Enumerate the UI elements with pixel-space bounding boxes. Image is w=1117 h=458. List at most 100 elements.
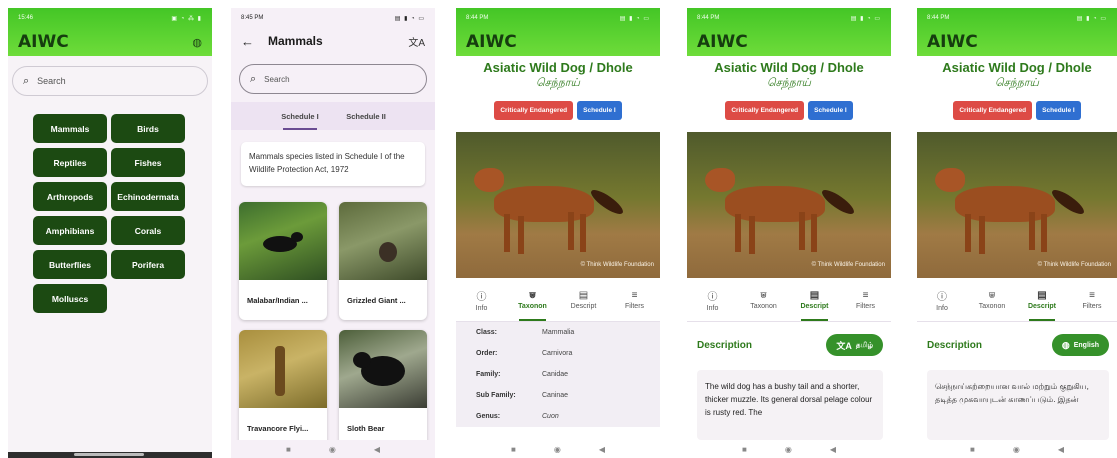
schedule-tabs: Schedule I Schedule II bbox=[231, 102, 435, 130]
category-button[interactable]: Molluscs bbox=[33, 284, 107, 313]
tab-taxonomy[interactable]: ⩐ Taxonon bbox=[507, 278, 558, 321]
tab-info[interactable]: ⓘ Info bbox=[456, 278, 507, 321]
tab-label: Descript bbox=[570, 302, 597, 310]
filter-icon: ≡ bbox=[631, 289, 638, 301]
home-icon[interactable]: ◉ bbox=[1013, 445, 1020, 454]
app-title: AIWC bbox=[697, 32, 748, 52]
species-photo: © Think Wildlife Foundation bbox=[456, 132, 660, 278]
language-label: தமிழ் bbox=[855, 341, 873, 349]
species-photo bbox=[239, 202, 327, 280]
species-card[interactable]: Travancore Flyi... bbox=[239, 330, 327, 448]
category-button[interactable]: Birds bbox=[111, 114, 185, 143]
species-title: Asiatic Wild Dog / Dhole bbox=[714, 60, 864, 75]
tab-label: Info bbox=[475, 304, 488, 312]
translate-icon[interactable]: 文A bbox=[408, 34, 425, 49]
species-photo bbox=[339, 202, 427, 280]
tab-filters[interactable]: ≡ Filters bbox=[1067, 278, 1117, 321]
back-icon[interactable]: ◀ bbox=[599, 445, 605, 454]
top-app-bar: ← Mammals 文A bbox=[231, 28, 435, 54]
category-button[interactable]: Butterflies bbox=[33, 250, 107, 279]
category-grid: Mammals Birds Reptiles Fishes Arthropods… bbox=[33, 114, 212, 313]
tab-description[interactable]: ▤ Descript bbox=[558, 278, 609, 321]
language-toggle-button[interactable]: ◍ English bbox=[1051, 334, 1109, 356]
species-card[interactable]: Grizzled Giant ... bbox=[339, 202, 427, 320]
status-icons: ▣ ◔ ⁂ ▮ bbox=[171, 15, 202, 22]
category-button[interactable]: Corals bbox=[111, 216, 185, 245]
tab-filters[interactable]: ≡ Filters bbox=[840, 278, 891, 321]
species-tamil-name: செந்நாய் bbox=[767, 77, 811, 89]
tab-filters[interactable]: ≡ Filters bbox=[609, 278, 660, 321]
species-card[interactable]: Malabar/Indian ... bbox=[239, 202, 327, 320]
category-button[interactable]: Echinodermata bbox=[111, 182, 185, 211]
category-button[interactable]: Fishes bbox=[111, 148, 185, 177]
recents-icon[interactable]: ■ bbox=[511, 445, 516, 454]
search-input[interactable]: ⌕ Search bbox=[239, 64, 427, 94]
search-input[interactable]: ⌕ Search bbox=[12, 66, 208, 96]
species-name: Malabar/Indian ... bbox=[247, 295, 308, 305]
app-title: AIWC bbox=[466, 32, 517, 52]
language-toggle-button[interactable]: 文A தமிழ் bbox=[826, 334, 883, 356]
category-button[interactable]: Reptiles bbox=[33, 148, 107, 177]
tab-label: Info bbox=[936, 304, 948, 312]
species-photo: © Think Wildlife Foundation bbox=[687, 132, 891, 278]
description-heading: Description bbox=[697, 339, 753, 351]
recents-icon[interactable]: ■ bbox=[286, 445, 291, 454]
description-heading: Description bbox=[927, 339, 983, 351]
status-badge: Critically Endangered bbox=[953, 101, 1033, 120]
translate-icon: 文A bbox=[836, 340, 852, 351]
home-icon[interactable]: ◉ bbox=[554, 445, 561, 454]
status-time: 8:44 PM bbox=[697, 15, 720, 21]
tab-label: Filters bbox=[624, 302, 645, 310]
category-button[interactable]: Mammals bbox=[33, 114, 107, 143]
taxonomy-key: Order: bbox=[476, 350, 498, 357]
system-nav-bar: ■ ◉ ◀ bbox=[917, 440, 1117, 458]
species-photo bbox=[239, 330, 327, 408]
tab-info[interactable]: ⓘ Info bbox=[917, 278, 967, 321]
tab-schedule-1[interactable]: Schedule I bbox=[267, 102, 333, 130]
tab-taxonomy[interactable]: ⩐ Taxonon bbox=[738, 278, 789, 321]
tab-schedule-2[interactable]: Schedule II bbox=[333, 102, 399, 130]
status-badge: Critically Endangered bbox=[494, 101, 574, 120]
taxonomy-key: Sub Family: bbox=[476, 392, 516, 399]
schedule-badge: Schedule I bbox=[808, 101, 853, 120]
recents-icon[interactable]: ■ bbox=[742, 445, 747, 454]
category-button[interactable]: Arthropods bbox=[33, 182, 107, 211]
filter-icon: ≡ bbox=[862, 289, 869, 301]
search-icon: ⌕ bbox=[23, 74, 30, 87]
system-nav-bar: ■ ◉ ◀ bbox=[231, 440, 435, 458]
category-button[interactable]: Amphibians bbox=[33, 216, 107, 245]
species-grid: Malabar/Indian ... Grizzled Giant ... Tr… bbox=[239, 202, 427, 448]
status-bar: 8:44 PM ▤ ▮ ◔ ▭ bbox=[687, 8, 891, 28]
status-time: 8:44 PM bbox=[927, 15, 950, 21]
species-card[interactable]: Sloth Bear bbox=[339, 330, 427, 448]
recents-icon[interactable]: ■ bbox=[970, 445, 975, 454]
status-time: 15:46 bbox=[18, 15, 34, 21]
app-header: 8:44 PM ▤ ▮ ◔ ▭ AIWC bbox=[687, 8, 891, 56]
species-tamil-name: செந்நாய் bbox=[995, 77, 1039, 89]
app-header: 8:44 PM ▤ ▮ ◔ ▭ AIWC bbox=[917, 8, 1117, 56]
tab-description[interactable]: ▤ Descript bbox=[789, 278, 840, 321]
info-icon: ⓘ bbox=[937, 291, 947, 303]
info-icon: ⓘ bbox=[476, 291, 487, 303]
status-icons: ▤ ▮ ◔ ▭ bbox=[619, 15, 650, 22]
tab-info[interactable]: ⓘ Info bbox=[687, 278, 738, 321]
search-placeholder: Search bbox=[37, 76, 66, 86]
tab-description[interactable]: ▤ Descript bbox=[1017, 278, 1067, 321]
back-arrow-icon[interactable]: ← bbox=[241, 34, 254, 49]
taxonomy-row: Class: Mammalia bbox=[456, 322, 660, 343]
home-icon[interactable]: ◉ bbox=[785, 445, 792, 454]
app-title: AIWC bbox=[927, 32, 978, 52]
species-description-tamil-screen: 8:44 PM ▤ ▮ ◔ ▭ AIWC Asiatic Wild Dog / … bbox=[917, 8, 1117, 458]
back-icon[interactable]: ◀ bbox=[374, 445, 380, 454]
globe-icon[interactable]: ◍ bbox=[192, 36, 202, 49]
back-icon[interactable]: ◀ bbox=[830, 445, 836, 454]
tab-taxonomy[interactable]: ⩐ Taxonon bbox=[967, 278, 1017, 321]
back-icon[interactable]: ◀ bbox=[1058, 445, 1064, 454]
detail-tabs: ⓘ Info ⩐ Taxonon ▤ Descript ≡ Filters bbox=[917, 278, 1117, 322]
status-bar: 15:46 ▣ ◔ ⁂ ▮ bbox=[8, 8, 212, 28]
category-button[interactable]: Porifera bbox=[111, 250, 185, 279]
gesture-bar bbox=[8, 452, 212, 458]
tab-label: Filters bbox=[1082, 302, 1102, 310]
home-icon[interactable]: ◉ bbox=[329, 445, 336, 454]
taxonomy-value: Mammalia bbox=[542, 329, 575, 336]
